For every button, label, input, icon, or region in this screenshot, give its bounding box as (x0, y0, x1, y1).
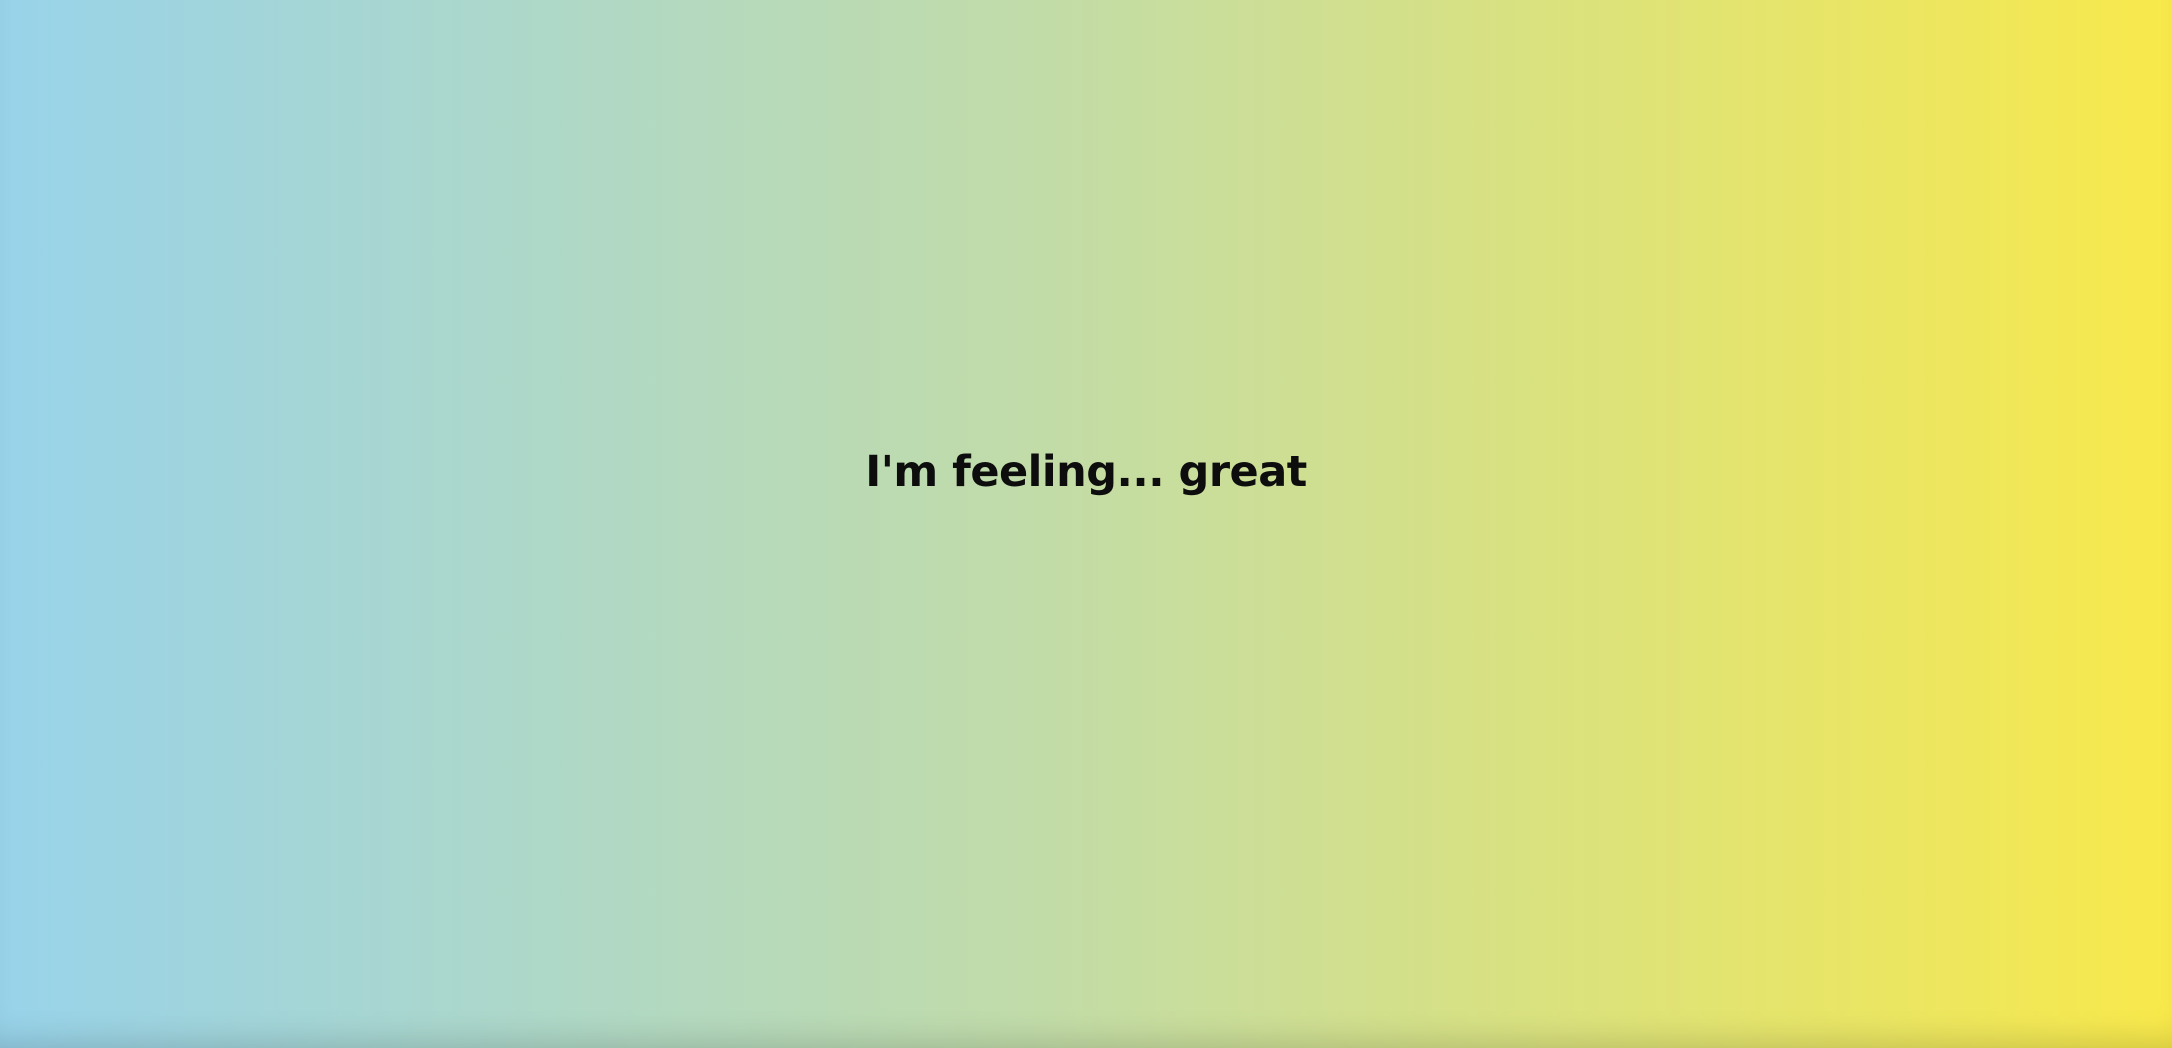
page-root: I'm feeling... great (0, 0, 2172, 1048)
mood-heading: I'm feeling... great (0, 442, 2172, 502)
mood-prefix: I'm feeling... (865, 447, 1165, 497)
mood-value: great (1178, 447, 1308, 497)
mood-gradient-background (0, 0, 2172, 1048)
